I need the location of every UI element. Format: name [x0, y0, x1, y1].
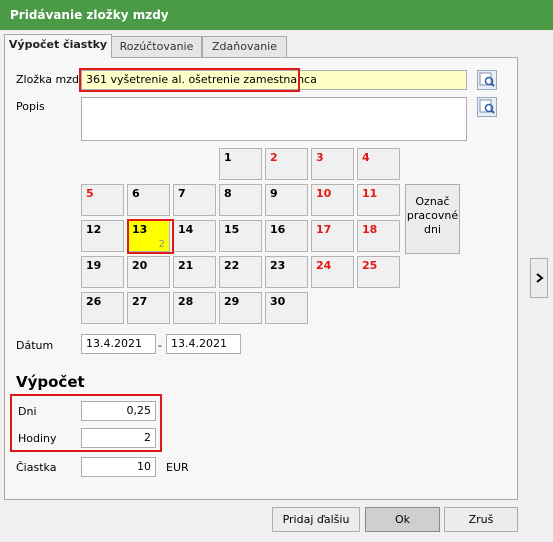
- day-number: 10: [316, 187, 332, 200]
- day-number: 21: [178, 259, 194, 272]
- dni-label: Dni: [18, 405, 37, 418]
- cancel-button[interactable]: Zruš: [444, 507, 518, 532]
- currency-label: EUR: [166, 461, 189, 474]
- hodiny-field[interactable]: 2: [81, 428, 156, 448]
- day-number: 22: [224, 259, 240, 272]
- calendar-day-17[interactable]: 17: [311, 220, 354, 252]
- calendar-day-16[interactable]: 16: [265, 220, 308, 252]
- selected-day-highlight: [127, 219, 174, 254]
- mark-workdays-line-1: Označ: [415, 195, 450, 208]
- day-number: 1: [224, 151, 232, 164]
- calendar-day-24[interactable]: 24: [311, 256, 354, 288]
- tab-rozuctovanie[interactable]: Rozúčtovanie: [111, 36, 202, 57]
- mark-workdays-button[interactable]: Označ pracovné dni: [405, 184, 460, 254]
- zlozka-highlight: [79, 68, 300, 92]
- day-number: 25: [362, 259, 378, 272]
- calendar-day-26[interactable]: 26: [81, 292, 124, 324]
- calendar-day-9[interactable]: 9: [265, 184, 308, 216]
- mark-workdays-line-3: dni: [423, 223, 441, 236]
- calendar-day-5[interactable]: 5: [81, 184, 124, 216]
- tab-vypocet-ciastky[interactable]: Výpočet čiastky: [4, 34, 112, 58]
- zlozka-lookup-button[interactable]: [477, 70, 497, 90]
- search-icon: [479, 99, 495, 114]
- calendar-day-6[interactable]: 6: [127, 184, 170, 216]
- calendar-day-12[interactable]: 12: [81, 220, 124, 252]
- day-number: 3: [316, 151, 324, 164]
- day-number: 2: [270, 151, 278, 164]
- day-number: 20: [132, 259, 148, 272]
- tab-zdanovanie[interactable]: Zdaňovanie: [202, 36, 287, 57]
- calendar-day-19[interactable]: 19: [81, 256, 124, 288]
- day-number: 19: [86, 259, 102, 272]
- calendar-day-29[interactable]: 29: [219, 292, 262, 324]
- dni-field[interactable]: 0,25: [81, 401, 156, 421]
- calendar-day-21[interactable]: 21: [173, 256, 216, 288]
- mark-workdays-line-2: pracovné: [406, 209, 459, 222]
- search-icon: [479, 72, 495, 87]
- day-number: 4: [362, 151, 370, 164]
- date-separator: -: [158, 339, 162, 352]
- day-number: 16: [270, 223, 286, 236]
- day-number: 15: [224, 223, 240, 236]
- day-number: 6: [132, 187, 140, 200]
- ciastka-field[interactable]: 10: [81, 457, 156, 477]
- calendar-day-8[interactable]: 8: [219, 184, 262, 216]
- day-number: 9: [270, 187, 278, 200]
- day-number: 8: [224, 187, 232, 200]
- day-number: 23: [270, 259, 286, 272]
- vypocet-heading: Výpočet: [16, 373, 85, 391]
- zlozka-label: Zložka mzdy: [16, 73, 86, 86]
- calendar-day-14[interactable]: 14: [173, 220, 216, 252]
- calendar-day-7[interactable]: 7: [173, 184, 216, 216]
- datum-label: Dátum: [16, 339, 54, 352]
- window-title: Pridávanie zložky mzdy: [0, 0, 553, 30]
- day-number: 27: [132, 295, 148, 308]
- calendar-day-10[interactable]: 10: [311, 184, 354, 216]
- popis-field[interactable]: [81, 97, 467, 141]
- day-number: 18: [362, 223, 378, 236]
- day-number: 24: [316, 259, 332, 272]
- day-number: 26: [86, 295, 102, 308]
- day-number: 17: [316, 223, 332, 236]
- hodiny-label: Hodiny: [18, 432, 57, 445]
- popis-label: Popis: [16, 100, 45, 113]
- day-number: 14: [178, 223, 194, 236]
- calendar-day-3[interactable]: 3: [311, 148, 354, 180]
- calendar-day-15[interactable]: 15: [219, 220, 262, 252]
- calendar-day-22[interactable]: 22: [219, 256, 262, 288]
- day-number: 7: [178, 187, 186, 200]
- date-to-field[interactable]: 13.4.2021: [166, 334, 241, 354]
- calendar-day-20[interactable]: 20: [127, 256, 170, 288]
- calendar-day-25[interactable]: 25: [357, 256, 400, 288]
- add-next-button[interactable]: Pridaj ďalšiu: [272, 507, 360, 532]
- day-number: 28: [178, 295, 194, 308]
- expand-panel-button[interactable]: [530, 258, 548, 298]
- chevron-right-icon: [536, 273, 544, 283]
- date-from-field[interactable]: 13.4.2021: [81, 334, 156, 354]
- day-number: 30: [270, 295, 286, 308]
- ok-button[interactable]: Ok: [365, 507, 440, 532]
- day-number: 29: [224, 295, 240, 308]
- day-number: 12: [86, 223, 102, 236]
- popis-lookup-button[interactable]: [477, 97, 497, 117]
- calendar-day-27[interactable]: 27: [127, 292, 170, 324]
- calendar-day-2[interactable]: 2: [265, 148, 308, 180]
- calendar-day-23[interactable]: 23: [265, 256, 308, 288]
- ciastka-label: Čiastka: [16, 461, 57, 474]
- calendar-day-11[interactable]: 11: [357, 184, 400, 216]
- day-number: 11: [362, 187, 378, 200]
- calendar-day-18[interactable]: 18: [357, 220, 400, 252]
- calendar-day-4[interactable]: 4: [357, 148, 400, 180]
- day-number: 5: [86, 187, 94, 200]
- calendar-day-28[interactable]: 28: [173, 292, 216, 324]
- calendar-day-30[interactable]: 30: [265, 292, 308, 324]
- calendar-day-1[interactable]: 1: [219, 148, 262, 180]
